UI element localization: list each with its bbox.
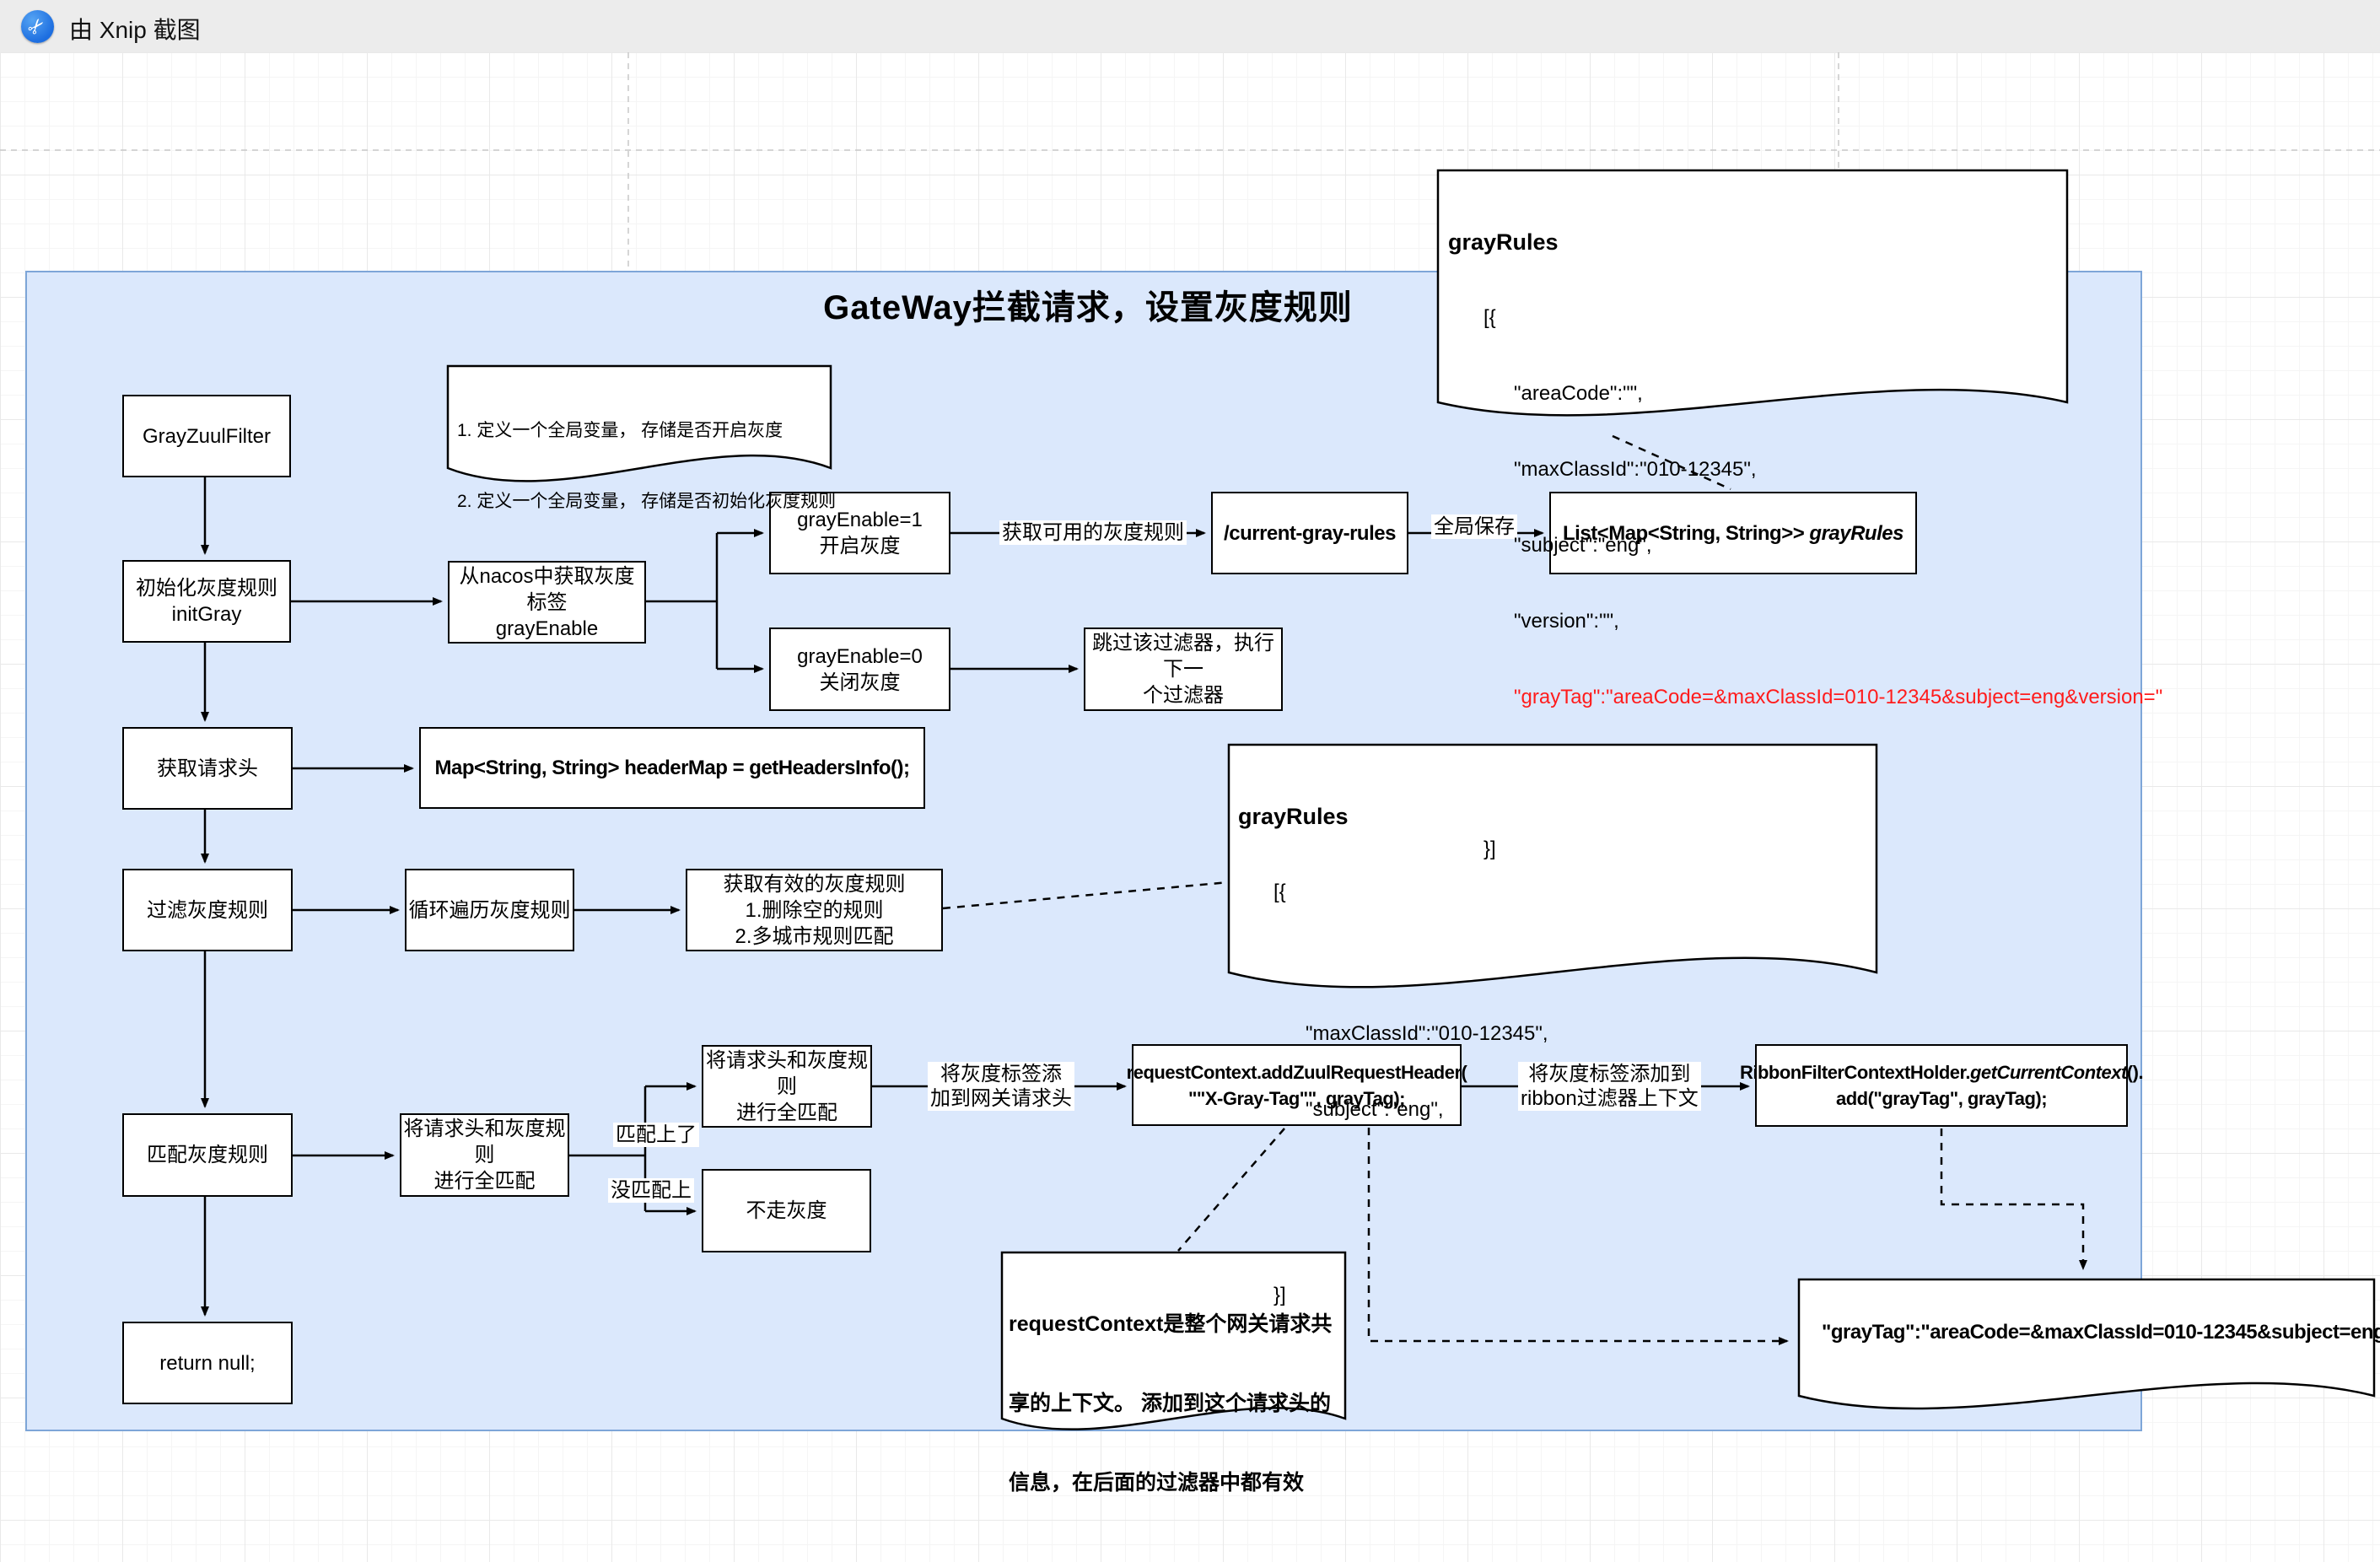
node-matchrules[interactable]: 匹配灰度规则 [122, 1113, 293, 1197]
node-grayzuulfilter[interactable]: GrayZuulFilter [122, 395, 291, 477]
node-fullmatch-top[interactable]: 将请求头和灰度规则 进行全匹配 [702, 1045, 872, 1128]
diagram-title: GateWay拦截请求，设置灰度规则 [814, 280, 1362, 329]
node-grayenable0[interactable]: grayEnable=0 关闭灰度 [769, 627, 950, 711]
xnip-titlebar: ✂ 由 Xnip 截图 [0, 0, 2380, 53]
node-looprules[interactable]: 循环遍历灰度规则 [405, 869, 574, 951]
node-nacos[interactable]: 从nacos中获取灰度标签 grayEnable [448, 561, 646, 644]
node-getheaders[interactable]: 获取请求头 [122, 727, 293, 810]
grayrules-full-text: grayRules [{ "areaCode":"", "maxClassId"… [1448, 179, 2162, 913]
node-currentgrayrules[interactable]: /current-gray-rules [1211, 492, 1408, 574]
screenshot-stage: ✂ 由 Xnip 截图 [0, 0, 2380, 1562]
edge-label-matched: 匹配上了 [613, 1123, 699, 1147]
node-returnnull[interactable]: return null; [122, 1322, 293, 1404]
node-fullmatch-mid[interactable]: 将请求头和灰度规则 进行全匹配 [400, 1113, 569, 1197]
node-nogray[interactable]: 不走灰度 [702, 1169, 871, 1252]
titlebar-label: 由 Xnip 截图 [69, 12, 201, 46]
note-top-text: 1. 定义一个全局变量， 存储是否开启灰度 2. 定义一个全局变量， 存储是否初… [457, 372, 836, 561]
graytag-result-text: "grayTag":"areaCode=&maxClassId=010-1234… [1822, 1320, 2380, 1345]
edge-label-get-available-rules: 获取可用的灰度规则 [999, 520, 1187, 545]
node-initgray[interactable]: 初始化灰度规则 initGray [122, 560, 291, 643]
grayrules-red-line: "grayTag":"areaCode=&maxClassId=010-1234… [1448, 685, 2162, 710]
node-skipfilter[interactable]: 跳过该过滤器，执行下一 个过滤器 [1084, 627, 1283, 711]
node-headermap[interactable]: Map<String, String> headerMap = getHeade… [419, 727, 925, 809]
edge-label-add-to-gateway-header: 将灰度标签添 加到网关请求头 [928, 1062, 1074, 1111]
node-ribbonfilter[interactable]: RibbonFilterContextHolder.getCurrentCont… [1755, 1044, 2128, 1127]
node-filterrules[interactable]: 过滤灰度规则 [122, 869, 293, 951]
note-requestcontext-text: requestContext是整个网关请求共 享的上下文。 添加到这个请求头的 … [1009, 1259, 1332, 1548]
xnip-scissors-icon: ✂ [21, 10, 54, 43]
node-effectiverules[interactable]: 获取有效的灰度规则 1.删除空的规则 2.多城市规则匹配 [686, 869, 943, 951]
edge-label-not-matched: 没匹配上 [608, 1178, 694, 1203]
